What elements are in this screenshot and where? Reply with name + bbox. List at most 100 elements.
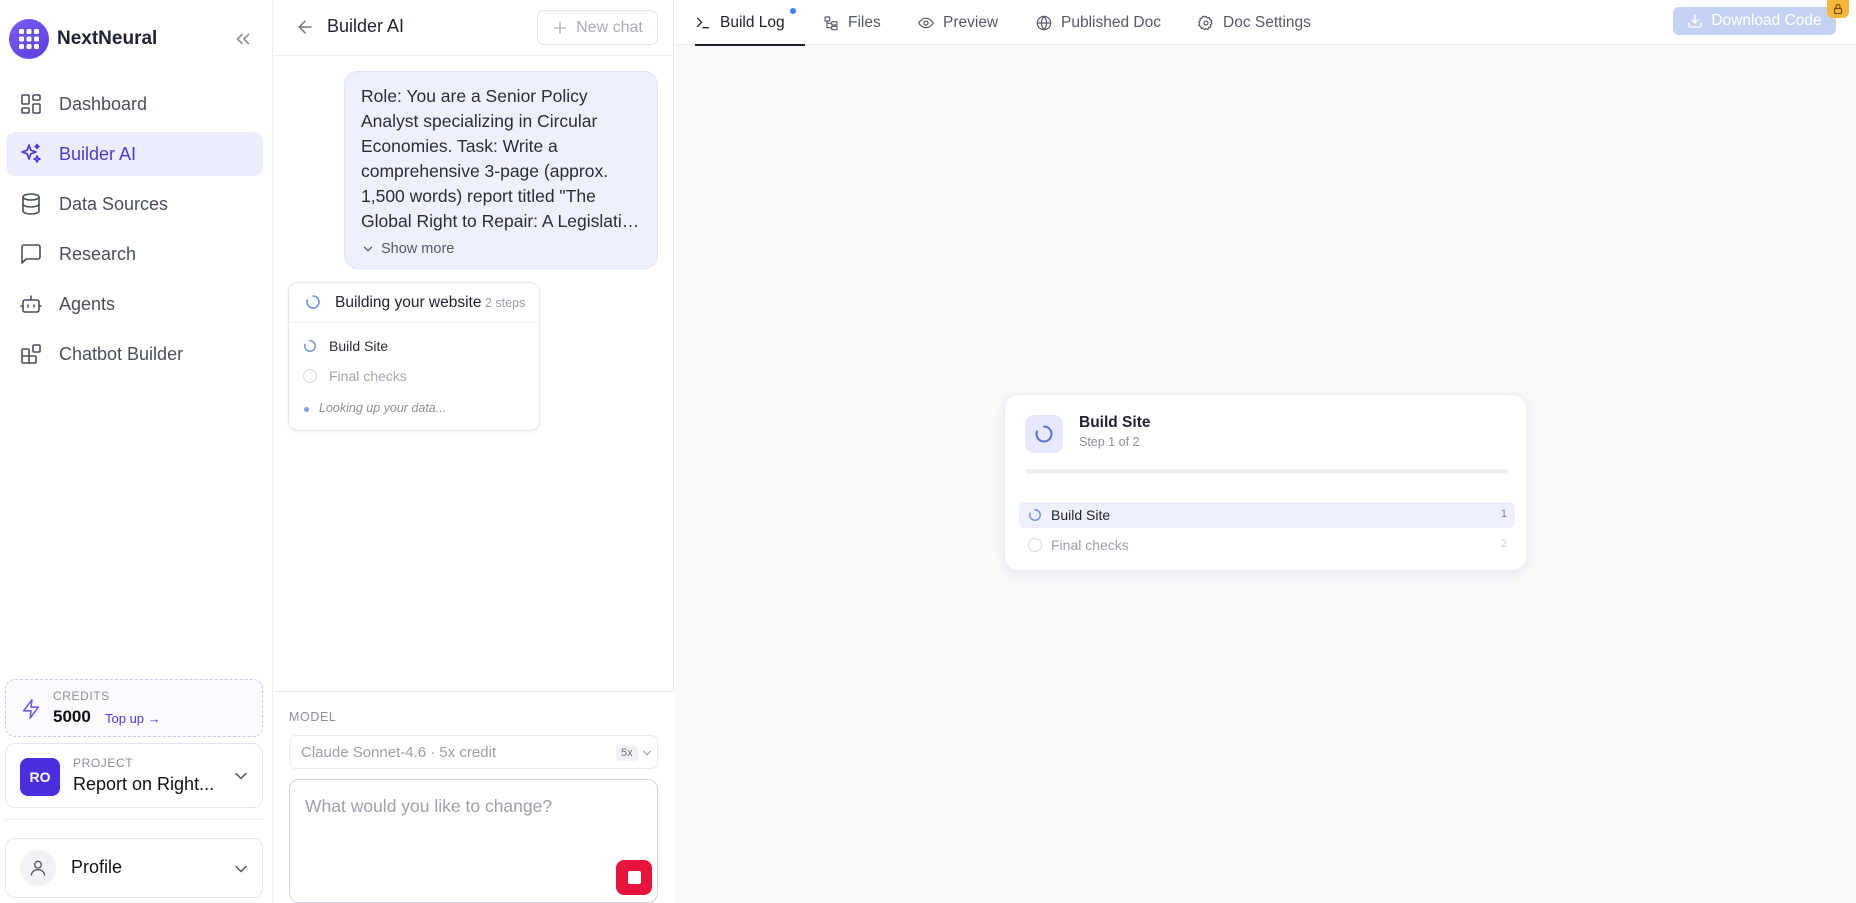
stop-square-icon bbox=[627, 871, 641, 884]
sidebar-item-agents[interactable]: Agents bbox=[6, 282, 263, 326]
lock-icon bbox=[1827, 0, 1849, 18]
progress-step-label: Final checks bbox=[329, 368, 407, 384]
chevron-down-icon bbox=[361, 242, 375, 256]
new-chat-label: New chat bbox=[576, 18, 643, 36]
credits-value: 5000 bbox=[53, 707, 91, 726]
chat-header: Builder AI New chat bbox=[274, 0, 674, 56]
tab-label: Preview bbox=[943, 13, 999, 31]
main-panel: Build Log Files Preview Published Doc Do… bbox=[675, 0, 1856, 903]
sidebar-item-builder-ai[interactable]: Builder AI bbox=[6, 132, 263, 176]
arrow-left-icon[interactable] bbox=[295, 17, 315, 37]
terminal-icon bbox=[695, 15, 711, 31]
stop-generation-button[interactable] bbox=[616, 860, 652, 895]
tab-label: Published Doc bbox=[1061, 13, 1161, 31]
chevron-down-icon bbox=[231, 766, 251, 786]
build-subtitle: Step 1 of 2 bbox=[1079, 435, 1140, 449]
download-code-button[interactable]: Download Code bbox=[1673, 7, 1836, 35]
chat-composer: MODEL Claude Sonnet-4.6 · 5x credit 5x bbox=[274, 691, 674, 903]
project-selector[interactable]: RO PROJECT Report on Right... bbox=[5, 743, 263, 808]
build-step-row: Build Site 1 bbox=[1019, 502, 1515, 528]
dashboard-icon bbox=[19, 92, 43, 116]
project-label: PROJECT bbox=[73, 756, 134, 770]
blocks-icon bbox=[19, 342, 43, 366]
progress-title: Building your website bbox=[335, 294, 482, 311]
build-step-label: Final checks bbox=[1051, 537, 1129, 553]
spinner-icon bbox=[303, 339, 317, 353]
progress-step-label: Build Site bbox=[329, 338, 389, 354]
pending-circle-icon bbox=[303, 369, 317, 383]
new-chat-button[interactable]: New chat bbox=[537, 10, 658, 45]
brand[interactable]: NextNeural bbox=[9, 18, 157, 60]
credits-label: CREDITS bbox=[53, 689, 110, 703]
bot-icon bbox=[19, 292, 43, 316]
chevron-down-icon bbox=[231, 859, 251, 879]
sidebar-item-label: Agents bbox=[59, 293, 116, 314]
tab-doc-settings[interactable]: Doc Settings bbox=[1198, 0, 1311, 45]
sidebar-item-research[interactable]: Research bbox=[6, 232, 263, 276]
plus-icon bbox=[552, 20, 568, 36]
build-step-number: 1 bbox=[1500, 508, 1507, 520]
credit-multiplier-badge: 5x bbox=[616, 745, 638, 761]
sidebar-item-label: Chatbot Builder bbox=[59, 343, 184, 364]
collapse-sidebar-icon[interactable] bbox=[232, 28, 254, 50]
database-icon bbox=[19, 192, 43, 216]
project-name: Report on Right... bbox=[73, 774, 215, 794]
lightning-icon bbox=[20, 698, 42, 720]
tab-published-doc[interactable]: Published Doc bbox=[1036, 0, 1161, 45]
build-status-card: Build Site Step 1 of 2 Build Site 1 Fina… bbox=[1004, 394, 1527, 571]
sidebar-item-label: Research bbox=[59, 243, 137, 264]
file-tree-icon bbox=[823, 15, 839, 31]
chevron-down-icon bbox=[640, 746, 654, 760]
show-more-button[interactable]: Show more bbox=[361, 241, 454, 257]
tab-label: Doc Settings bbox=[1223, 13, 1311, 31]
show-more-label: Show more bbox=[381, 241, 455, 257]
build-progress-bar bbox=[1025, 469, 1508, 474]
chat-title: Builder AI bbox=[327, 16, 405, 36]
globe-icon bbox=[1036, 14, 1052, 31]
eye-icon bbox=[918, 15, 934, 31]
progress-card-header: Building your website 2 steps bbox=[289, 283, 539, 323]
pending-circle-icon bbox=[1028, 538, 1042, 552]
sidebar-item-dashboard[interactable]: Dashboard bbox=[6, 82, 263, 126]
top-up-link[interactable]: Top up → bbox=[105, 711, 161, 726]
brand-name: NextNeural bbox=[57, 28, 158, 49]
sparkles-icon bbox=[19, 142, 43, 166]
download-icon bbox=[1687, 13, 1703, 29]
build-title: Build Site bbox=[1079, 414, 1151, 431]
sidebar-item-data-sources[interactable]: Data Sources bbox=[6, 182, 263, 226]
sidebar-divider bbox=[5, 819, 263, 820]
user-icon bbox=[20, 850, 56, 886]
activity-dot bbox=[789, 8, 796, 14]
sidebar-item-label: Builder AI bbox=[59, 143, 137, 164]
sidebar-item-label: Dashboard bbox=[59, 93, 148, 114]
profile-menu[interactable]: Profile bbox=[5, 838, 263, 898]
tab-build-log[interactable]: Build Log bbox=[695, 0, 805, 46]
profile-label: Profile bbox=[71, 857, 123, 877]
user-message-bubble: Role: You are a Senior Policy Analyst sp… bbox=[344, 71, 658, 269]
prompt-input[interactable] bbox=[290, 780, 657, 860]
credits-panel: CREDITS 5000 Top up → bbox=[5, 679, 263, 737]
tab-bar: Build Log Files Preview Published Doc Do… bbox=[675, 0, 1856, 46]
download-code-label: Download Code bbox=[1711, 12, 1822, 29]
project-avatar: RO bbox=[20, 758, 60, 796]
sidebar: NextNeural Dashboard Builder AI Data Sou… bbox=[0, 0, 273, 903]
chat-panel: Builder AI New chat Role: You are a Seni… bbox=[274, 0, 674, 903]
build-step-label: Build Site bbox=[1051, 507, 1111, 523]
message-square-icon bbox=[19, 242, 43, 266]
sidebar-item-label: Data Sources bbox=[59, 193, 169, 214]
spinner-icon bbox=[305, 294, 321, 310]
tab-files[interactable]: Files bbox=[823, 0, 881, 45]
progress-steps-count: 2 steps bbox=[485, 296, 526, 310]
model-label: MODEL bbox=[289, 710, 337, 724]
sidebar-nav: Dashboard Builder AI Data Sources Resear… bbox=[6, 82, 263, 382]
spinner-icon bbox=[1028, 508, 1042, 522]
build-step-row: Final checks 2 bbox=[1019, 532, 1515, 558]
sidebar-item-chatbot-builder[interactable]: Chatbot Builder bbox=[6, 332, 263, 376]
model-select[interactable]: Claude Sonnet-4.6 · 5x credit 5x bbox=[289, 735, 658, 769]
gear-icon bbox=[1198, 15, 1214, 31]
status-dot bbox=[304, 407, 309, 412]
tab-preview[interactable]: Preview bbox=[918, 0, 998, 45]
build-step-number: 2 bbox=[1500, 538, 1507, 550]
app-grid-logo-icon bbox=[9, 19, 49, 59]
build-spinner bbox=[1025, 415, 1063, 453]
